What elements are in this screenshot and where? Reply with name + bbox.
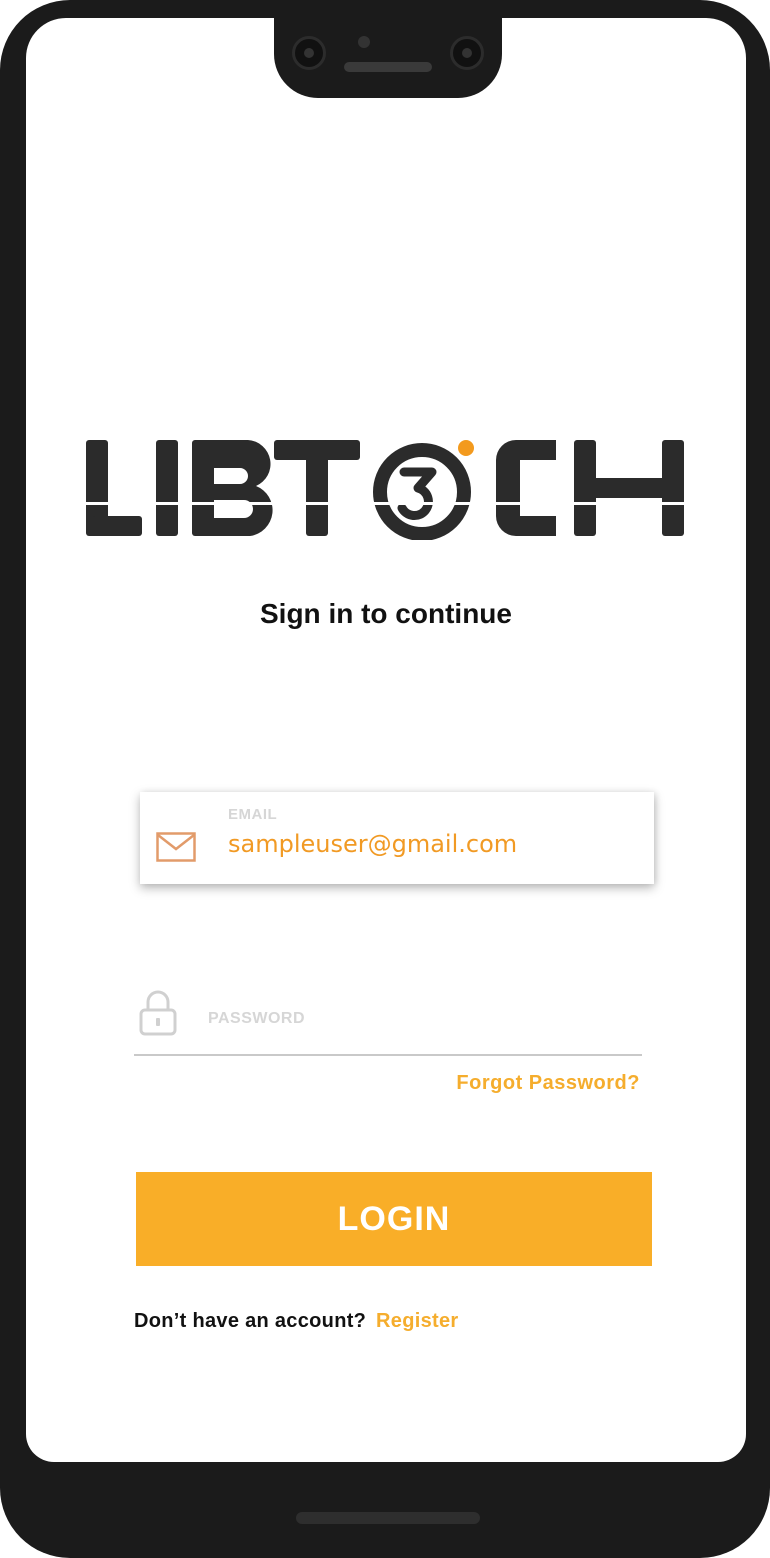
lock-icon: [139, 990, 177, 1036]
phone-frame: Sign in to continue EMAIL Forgot Passwor…: [0, 0, 770, 1558]
sensor-icon: [358, 36, 370, 48]
front-camera-right-icon: [450, 36, 484, 70]
mail-icon: [156, 832, 196, 862]
home-indicator: [296, 1512, 480, 1524]
phone-notch: [274, 18, 502, 98]
screen: Sign in to continue EMAIL Forgot Passwor…: [26, 18, 746, 1462]
logo-accent-dot: [458, 440, 474, 456]
login-button[interactable]: LOGIN: [136, 1172, 652, 1266]
password-field[interactable]: [134, 990, 642, 1056]
email-label: EMAIL: [228, 806, 278, 823]
libtech-logo: [86, 440, 686, 540]
email-input[interactable]: [228, 830, 628, 858]
earpiece-speaker: [344, 62, 432, 72]
page-subtitle: Sign in to continue: [260, 598, 512, 629]
forgot-password-link[interactable]: Forgot Password?: [456, 1072, 640, 1095]
front-camera-left-icon: [292, 36, 326, 70]
register-link[interactable]: Register: [376, 1310, 458, 1332]
email-field[interactable]: EMAIL: [140, 792, 654, 884]
no-account-text: Don’t have an account?: [134, 1310, 367, 1332]
register-prompt: Don’t have an account? Register: [134, 1310, 458, 1333]
password-input[interactable]: [208, 1010, 628, 1028]
